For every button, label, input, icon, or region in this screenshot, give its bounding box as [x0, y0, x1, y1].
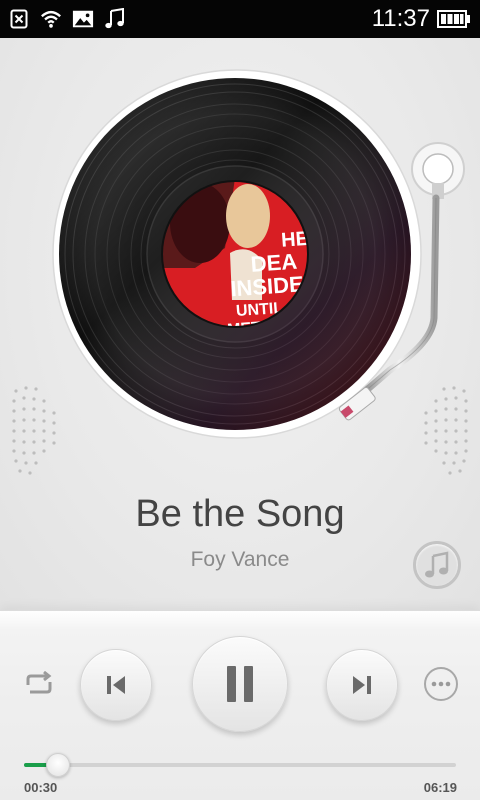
- total-time: 06:19: [423, 780, 457, 795]
- more-icon: [431, 681, 451, 687]
- wifi-icon: [40, 8, 62, 30]
- pause-icon: [227, 666, 253, 702]
- music-note-icon: [425, 551, 449, 578]
- player-area: HE DEA INSIDE UNTIL MET T Be the Song Fo…: [0, 38, 480, 610]
- turntable: HE DEA INSIDE UNTIL MET T: [52, 69, 465, 439]
- progress-thumb[interactable]: [46, 753, 71, 777]
- previous-track-button[interactable]: [80, 649, 152, 721]
- elapsed-time: 00:30: [24, 780, 58, 795]
- pause-button[interactable]: [192, 636, 288, 732]
- more-options-button[interactable]: [424, 667, 458, 701]
- repeat-icon: [26, 671, 52, 694]
- music-note-icon: [104, 8, 126, 30]
- progress-bar[interactable]: [24, 753, 456, 777]
- playback-controls: 00:30 06:19: [0, 610, 480, 800]
- status-bar-left: [8, 8, 126, 30]
- battery-icon: [436, 8, 472, 30]
- song-title: Be the Song: [135, 493, 345, 535]
- repeat-button[interactable]: [22, 669, 56, 699]
- image-icon: [72, 8, 94, 30]
- clock: 11:37: [371, 5, 430, 32]
- skip-next-icon: [353, 676, 371, 694]
- next-track-button[interactable]: [326, 649, 398, 721]
- status-bar-right: 11:37: [372, 5, 472, 33]
- sim-card-error-icon: [8, 8, 30, 30]
- status-bar: 11:37: [0, 0, 480, 38]
- song-artist: Foy Vance: [190, 548, 290, 571]
- music-library-button[interactable]: [413, 541, 461, 589]
- skip-previous-icon: [107, 676, 125, 694]
